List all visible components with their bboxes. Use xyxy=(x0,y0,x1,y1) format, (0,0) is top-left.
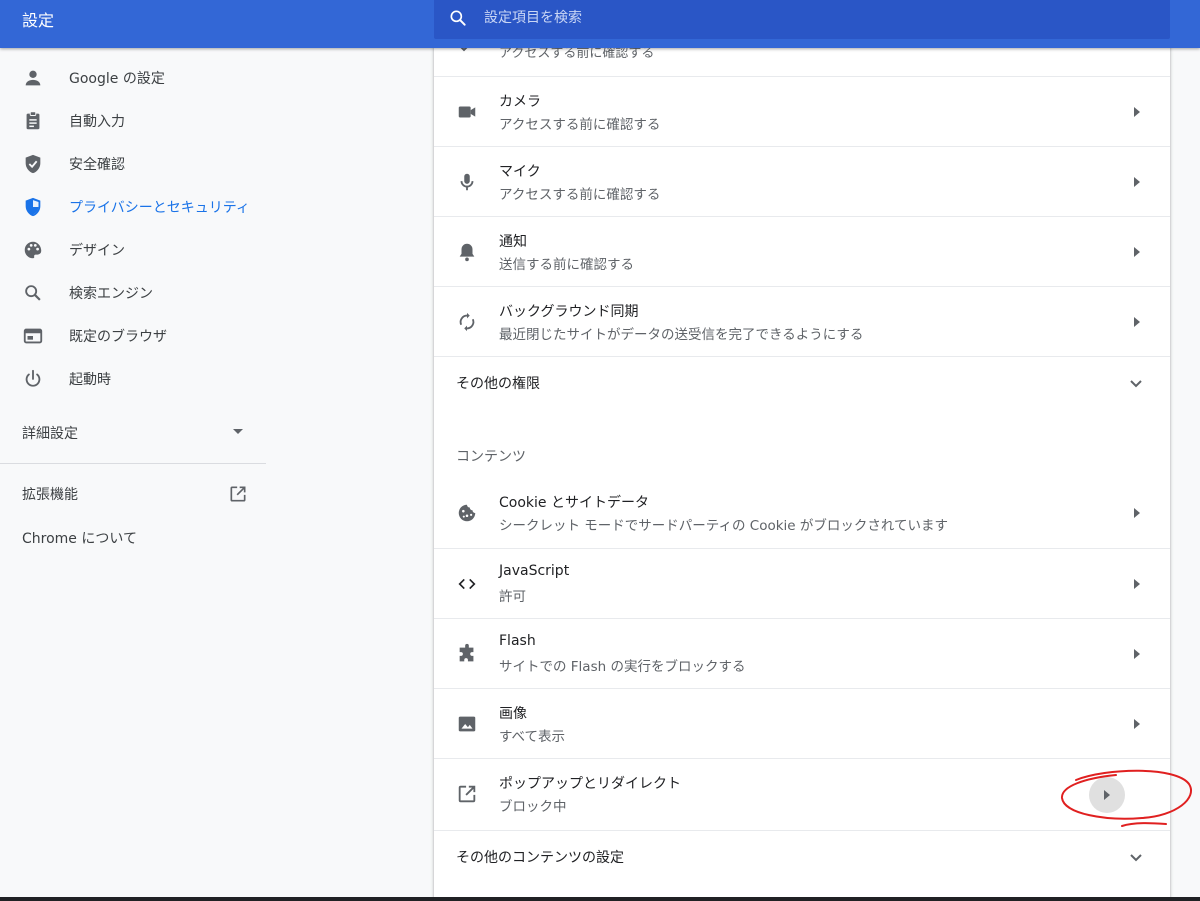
palette-icon xyxy=(24,241,42,259)
shield-check-icon xyxy=(25,154,41,174)
setting-row-flash[interactable]: Flash サイトでの Flash の実行をブロックする xyxy=(434,618,1170,689)
clipboard-icon xyxy=(26,111,40,130)
search-box[interactable] xyxy=(434,0,1170,39)
person-icon xyxy=(25,70,41,86)
arrow-right-icon xyxy=(1134,579,1140,589)
sidebar-item-privacy-security[interactable]: プライバシーとセキュリティ xyxy=(0,185,266,228)
more-permissions-toggle[interactable]: その他の権限 xyxy=(434,356,1170,409)
sidebar-extensions-link[interactable]: 拡張機能 xyxy=(0,472,266,515)
setting-row-microphone[interactable]: マイク アクセスする前に確認する xyxy=(434,146,1170,217)
search-input[interactable] xyxy=(484,0,1144,35)
row-subtitle: 送信する前に確認する xyxy=(499,257,634,273)
more-content-settings-label: その他のコンテンツの設定 xyxy=(456,850,624,866)
row-title: バックグラウンド同期 xyxy=(499,304,639,320)
row-title: ポップアップとリダイレクト xyxy=(499,776,681,792)
sidebar-item-label: 既定のブラウザ xyxy=(69,328,167,345)
security-shield-icon xyxy=(25,197,41,217)
arrow-right-icon xyxy=(1104,790,1110,800)
row-title: Cookie とサイトデータ xyxy=(499,495,649,511)
setting-row-background-sync[interactable]: バックグラウンド同期 最近閉じたサイトがデータの送受信を完了できるようにする xyxy=(434,286,1170,357)
dropdown-arrow-icon xyxy=(233,429,243,434)
more-content-settings-toggle[interactable]: その他のコンテンツの設定 xyxy=(434,830,1170,883)
chevron-down-icon xyxy=(1130,854,1142,862)
sync-icon xyxy=(459,312,475,332)
sidebar-item-label: デザイン xyxy=(69,242,125,259)
microphone-icon xyxy=(460,173,474,191)
arrow-right-icon xyxy=(1134,649,1140,659)
setting-row-images[interactable]: 画像 すべて表示 xyxy=(434,688,1170,759)
row-subtitle: 許可 xyxy=(499,589,526,605)
sidebar-item-label: 安全確認 xyxy=(69,156,125,173)
setting-row-javascript[interactable]: JavaScript 許可 xyxy=(434,548,1170,619)
setting-row-camera[interactable]: カメラ アクセスする前に確認する xyxy=(434,76,1170,147)
sidebar-extensions-label: 拡張機能 xyxy=(22,486,78,503)
row-subtitle: アクセスする前に確認する xyxy=(499,187,661,203)
row-subtitle: アクセスする前に確認する xyxy=(499,117,661,133)
row-subtitle: サイトでの Flash の実行をブロックする xyxy=(499,659,746,675)
browser-window-icon xyxy=(23,328,43,344)
sidebar-about-label: Chrome について xyxy=(22,530,137,547)
sidebar-item-default-browser[interactable]: 既定のブラウザ xyxy=(0,314,266,357)
arrow-right-icon xyxy=(1134,107,1140,117)
row-title: カメラ xyxy=(499,94,541,110)
sidebar-item-search-engine[interactable]: 検索エンジン xyxy=(0,271,266,314)
open-in-new-icon xyxy=(230,486,246,502)
row-title: 通知 xyxy=(499,234,527,250)
camera-icon xyxy=(458,106,476,118)
sidebar-item-on-startup[interactable]: 起動時 xyxy=(0,357,266,400)
section-title-content: コンテンツ xyxy=(456,449,526,465)
sidebar-item-label: プライバシーとセキュリティ xyxy=(69,199,250,216)
arrow-right-icon xyxy=(1134,719,1140,729)
sidebar-item-label: 起動時 xyxy=(69,371,111,388)
search-icon xyxy=(25,285,41,301)
sidebar-divider xyxy=(0,463,266,464)
sidebar-item-autofill[interactable]: 自動入力 xyxy=(0,99,266,142)
cookie-icon xyxy=(458,504,476,522)
open-in-new-icon xyxy=(458,785,476,803)
row-subtitle: 最近閉じたサイトがデータの送受信を完了できるようにする xyxy=(499,327,864,343)
sidebar-item-design[interactable]: デザイン xyxy=(0,228,266,271)
row-title: マイク xyxy=(499,164,541,180)
puzzle-piece-icon xyxy=(459,643,474,662)
sidebar-about-chrome[interactable]: Chrome について xyxy=(0,516,266,559)
sidebar-item-label: Google の設定 xyxy=(69,70,165,87)
bell-icon xyxy=(459,243,475,262)
sidebar-advanced-label: 詳細設定 xyxy=(22,425,78,442)
sidebar-item-google-settings[interactable]: Google の設定 xyxy=(0,56,266,99)
sidebar-advanced-toggle[interactable]: 詳細設定 xyxy=(0,411,266,454)
top-bar: 設定 xyxy=(0,0,1200,48)
popups-arrow-button[interactable] xyxy=(1089,777,1125,813)
setting-row-cookies[interactable]: Cookie とサイトデータ シークレット モードでサードパーティの Cooki… xyxy=(434,478,1170,548)
chevron-down-icon xyxy=(1130,380,1142,388)
arrow-right-icon xyxy=(1134,508,1140,518)
sidebar-item-label: 検索エンジン xyxy=(69,285,153,302)
sidebar-item-label: 自動入力 xyxy=(69,113,125,130)
power-icon xyxy=(25,369,41,387)
row-subtitle: ブロック中 xyxy=(499,799,567,815)
setting-row-popups[interactable]: ポップアップとリダイレクト ブロック中 xyxy=(434,758,1170,829)
image-icon xyxy=(458,716,476,732)
sidebar: Google の設定 自動入力 安全確認 プライバシーとセキュリティ デザイン … xyxy=(0,48,266,901)
row-title: JavaScript xyxy=(499,563,570,579)
setting-row-notifications[interactable]: 通知 送信する前に確認する xyxy=(434,216,1170,287)
sidebar-item-safety-check[interactable]: 安全確認 xyxy=(0,142,266,185)
arrow-right-icon xyxy=(1134,177,1140,187)
search-icon xyxy=(450,10,466,26)
arrow-right-icon xyxy=(1134,247,1140,257)
row-subtitle: シークレット モードでサードパーティの Cookie がブロックされています xyxy=(499,518,948,534)
window-bottom-edge xyxy=(0,897,1200,901)
row-subtitle: すべて表示 xyxy=(499,729,566,745)
settings-card: アクセスする前に確認する カメラ アクセスする前に確認する マイク アクセスする… xyxy=(434,40,1170,901)
row-title: Flash xyxy=(499,633,536,649)
more-permissions-label: その他の権限 xyxy=(456,376,540,392)
app-title: 設定 xyxy=(22,11,55,30)
row-title: 画像 xyxy=(499,706,527,722)
arrow-right-icon xyxy=(1134,317,1140,327)
code-brackets-icon xyxy=(458,578,476,590)
